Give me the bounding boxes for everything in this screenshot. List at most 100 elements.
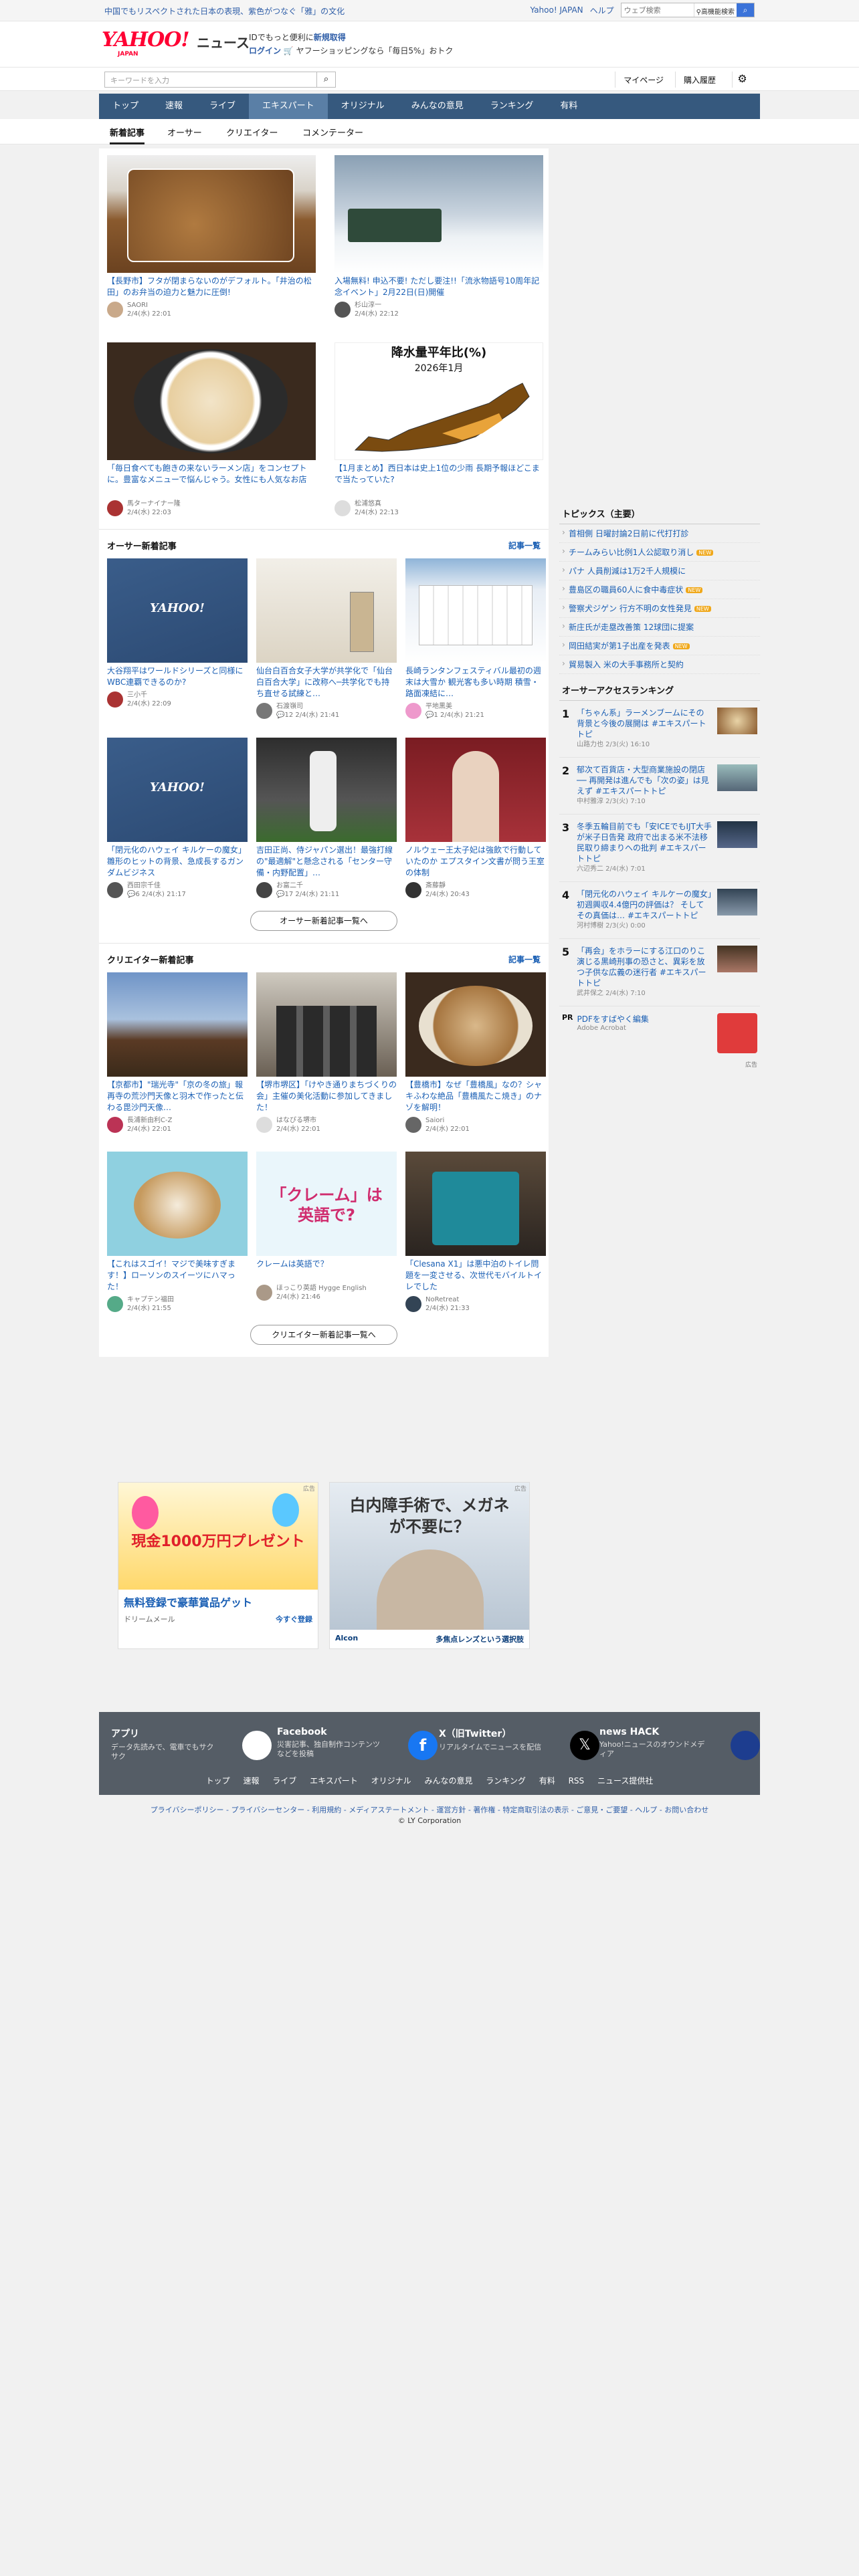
topic-item[interactable]: チームみらい比例1人公認取り消しNEW (559, 543, 760, 562)
nav-live[interactable]: ライブ (196, 94, 249, 119)
article-card[interactable]: 長崎ランタンフェスティバル最初の週末は大雪か 観光客も多い時期 積雪・路面凍結に… (405, 558, 546, 720)
help-link[interactable]: ヘルプ (590, 5, 614, 16)
author-name[interactable]: 西田宗千佳 (127, 881, 186, 890)
article-card[interactable]: 【堺市堺区】「けやき通りまちづくりの会」主催の美化活動に参加してきました！ はな… (256, 972, 397, 1134)
topic-item[interactable]: 豊島区の職員60人に食中毒症状NEW (559, 580, 760, 599)
yahoo-japan-link[interactable]: Yahoo! JAPAN (531, 5, 583, 15)
article-card[interactable]: YAHOO! 「閉元化のハウェイ キルケーの魔女」雛形のヒットの背景、急成長する… (107, 738, 248, 899)
article-title[interactable]: 長崎ランタンフェスティバル最初の週末は大雪か 観光客も多い時期 積雪・路面凍結に… (405, 665, 546, 700)
web-search-input[interactable] (621, 3, 694, 17)
article-title[interactable]: 「Clesana X1」は悪中泊のトイレ問題を一変させる、次世代モバイルトイレで… (405, 1259, 546, 1293)
author-more-button[interactable]: オーサー新着記事一覧へ (250, 911, 397, 931)
ranking-item[interactable]: 2 郁次て百貨店・大型商業施設の閉店 ── 再開発は進んでも「次の姿」は見えず … (559, 758, 760, 815)
author-name[interactable]: 馬ターナイナー隆 (127, 500, 181, 508)
author-name[interactable]: 松浦悠真 (355, 500, 399, 508)
article-card[interactable]: 入場無料! 申込不要! ただし要注!!「流氷物語号10周年記念イベント」2月22… (335, 155, 543, 318)
article-title[interactable]: 「毎日食べても飽きの来ないラーメン店」をコンセプトに。豊富なメニューで悩んじゃう… (107, 463, 316, 497)
author-name[interactable]: 長浦新由利C-Z (127, 1116, 172, 1125)
footer-app[interactable]: アプリ データ先読みで、電車でもサクサク (111, 1727, 272, 1761)
nav-paid[interactable]: 有料 (547, 94, 591, 119)
ranking-item[interactable]: 5 「再会」をホラーにする江口のりこ演じる黒崎刑事の恐さと、異彩を放つ子供な広義… (559, 939, 760, 1006)
article-card[interactable]: 【これはスゴイ！マジで美味すぎます！】ローソンのスイーツにハマった！ キャプテン… (107, 1152, 248, 1313)
shopping-promo[interactable]: ヤフーショッピングなら「毎日5%」おトク (296, 46, 454, 56)
nav-original[interactable]: オリジナル (328, 94, 398, 119)
gear-icon[interactable]: ⚙ (732, 72, 752, 88)
keyword-search-button[interactable]: ⌕ (317, 72, 336, 88)
footer-link[interactable]: ライブ (272, 1776, 296, 1786)
topic-item[interactable]: 貿易製入 米の大手事務所と契約 (559, 655, 760, 674)
author-name[interactable]: 斎藤靜 (425, 881, 470, 890)
pr-block[interactable]: PR PDFをすばやく編集 Adobe Acrobat (559, 1006, 760, 1060)
ad-alcon[interactable]: 白内障手術で、メガネが不要に？ Alcon 多焦点レンズという選択肢 広告 (329, 1482, 530, 1649)
nav-breaking[interactable]: 速報 (152, 94, 196, 119)
article-title[interactable]: 【1月まとめ】西日本は史上1位の少雨 長期予報ほどこまで当たっていた? (335, 463, 543, 497)
footer-link[interactable]: 有料 (539, 1776, 555, 1786)
author-name[interactable]: お富二千 (276, 881, 339, 890)
author-name[interactable]: 杉山淳一 (355, 301, 399, 310)
ad-dream-mail[interactable]: 現金1000万円プレゼント 無料登録で豪華賞品ゲット ドリームメール 今すぐ登録 … (118, 1482, 318, 1649)
article-title[interactable]: 【これはスゴイ！マジで美味すぎます！】ローソンのスイーツにハマった！ (107, 1259, 248, 1293)
promo-link[interactable]: 中国でもリスペクトされた日本の表現、紫色がつなぐ「雅」の文化 (104, 5, 345, 17)
creator-more-button[interactable]: クリエイター新着記事一覧へ (250, 1325, 397, 1345)
purchase-history-link[interactable]: 購入履歴 (674, 72, 724, 88)
web-search-button[interactable]: ⌕ (737, 3, 754, 17)
footer-link[interactable]: エキスパート (310, 1776, 358, 1786)
article-card[interactable]: 【京都市】"瑞光寺"「京の冬の旅」報再寺の荒沙門天像と羽木で作ったと伝わる毘沙門… (107, 972, 248, 1134)
tab-author[interactable]: オーサー (167, 126, 202, 138)
nav-top[interactable]: トップ (99, 94, 152, 119)
footer-facebook[interactable]: Facebook 災害記事、独自制作コンテンツなどを投稿 f (277, 1727, 438, 1760)
author-name[interactable]: NoRetreat (425, 1295, 470, 1304)
footer-newshack[interactable]: news HACK Yahoo!ニュースのオウンドメディア (599, 1727, 760, 1760)
ad-cta[interactable]: 多焦点レンズという選択肢 (436, 1634, 524, 1644)
article-card[interactable]: 「Clesana X1」は悪中泊のトイレ問題を一変させる、次世代モバイルトイレで… (405, 1152, 546, 1313)
topic-item[interactable]: 岡田結実が第1子出産を発表NEW (559, 637, 760, 655)
article-card[interactable]: 降水量平年比(%) 2026年1月 【1月まとめ】西日本は史上1位の少雨 長期予… (335, 342, 543, 517)
nav-expert[interactable]: エキスパート (249, 94, 328, 119)
footer-link[interactable]: オリジナル (371, 1776, 411, 1786)
ranking-item[interactable]: 4 「閉元化のハウェイ キルケーの魔女」初週興収4.4億円の評価は？ そしてその… (559, 882, 760, 939)
author-name[interactable]: 平地黒美 (425, 702, 484, 711)
article-title[interactable]: クレームは英語で？ (256, 1259, 397, 1281)
login-link[interactable]: ログイン (249, 46, 281, 56)
footer-link[interactable]: ランキング (486, 1776, 526, 1786)
author-name[interactable]: Saiori (425, 1116, 470, 1125)
article-title[interactable]: 【豊橋市】なぜ「豊橋風」なの？シャキふわな絶品「豊橋風たこ焼き」のナゾを解明！ (405, 1079, 546, 1113)
article-title[interactable]: 「閉元化のハウェイ キルケーの魔女」雛形のヒットの背景、急成長するガンダムビジネ… (107, 845, 248, 879)
mypage-link[interactable]: マイページ (615, 72, 672, 88)
topic-item[interactable]: パナ 人員削減は1万2千人規模に (559, 562, 760, 580)
nav-opinion[interactable]: みんなの意見 (398, 94, 477, 119)
keyword-input[interactable]: キーワードを入力 (104, 72, 317, 88)
tab-commentator[interactable]: コメンテーター (302, 126, 363, 138)
article-title[interactable]: 【京都市】"瑞光寺"「京の冬の旅」報再寺の荒沙門天像と羽木で作ったと伝わる毘沙門… (107, 1079, 248, 1113)
advanced-search-link[interactable]: ⚲高機能検索 (693, 3, 737, 17)
author-name[interactable]: キャプテン福田 (127, 1295, 174, 1304)
article-card[interactable]: 仙台白百合女子大学が共学化で「仙台白百合大学」に改称へ─共学化でも持ち直せる試練… (256, 558, 397, 720)
article-title[interactable]: 入場無料! 申込不要! ただし要注!!「流氷物語号10周年記念イベント」2月22… (335, 276, 543, 298)
article-title[interactable]: 吉田正尚、侍ジャパン選出！最強打線の"最適解"と懸念される「センター守備・内野配… (256, 845, 397, 879)
tab-creator[interactable]: クリエイター (226, 126, 278, 138)
author-more-link[interactable]: 記事一覧 (508, 540, 541, 551)
author-name[interactable]: SAORI (127, 301, 171, 310)
topic-item[interactable]: 新庄氏が走塁改善策 12球団に提案 (559, 618, 760, 637)
ad-cta[interactable]: 今すぐ登録 (276, 1614, 312, 1624)
author-name[interactable]: ほっこり英語 Hygge English (276, 1284, 367, 1293)
topic-item[interactable]: 警察犬ジゲン 行方不明の女性発見NEW (559, 599, 760, 618)
footer-link[interactable]: RSS (569, 1776, 585, 1786)
article-title[interactable]: 仙台白百合女子大学が共学化で「仙台白百合大学」に改称へ─共学化でも持ち直せる試練… (256, 665, 397, 700)
footer-link[interactable]: みんなの意見 (424, 1776, 472, 1786)
article-card[interactable]: 【豊橋市】なぜ「豊橋風」なの？シャキふわな絶品「豊橋風たこ焼き」のナゾを解明！ … (405, 972, 546, 1134)
author-name[interactable]: 三小千 (127, 691, 171, 700)
article-card[interactable]: YAHOO! 大谷翔平はワールドシリーズと同様にWBC連覇できるのか? 三小千 2… (107, 558, 248, 720)
footer-link[interactable]: 速報 (243, 1776, 259, 1786)
signup-link[interactable]: 新規取得 (314, 33, 346, 42)
footer-x[interactable]: X（旧Twitter） リアルタイムでニュースを配信 𝕏 (439, 1727, 599, 1760)
author-name[interactable]: 石渡嶺司 (276, 702, 339, 711)
article-title[interactable]: 【長野市】フタが閉まらないのがデフォルト。「井治の松田」のお弁当の迫力と魅力に圧… (107, 276, 316, 298)
article-title[interactable]: ノルウェー王太子妃は強飲で行動していたのか エプスタイン文書が問う王室の体制 (405, 845, 546, 879)
article-card[interactable]: 「クレーム」は英語で? クレームは英語で？ ほっこり英語 Hygge Engli… (256, 1152, 397, 1313)
yahoo-news-logo[interactable]: YAHOO! JAPAN ニュース (102, 28, 250, 59)
author-name[interactable]: はなぴる堺市 (276, 1116, 320, 1125)
tab-new-articles[interactable]: 新着記事 (110, 126, 145, 144)
article-card[interactable]: 「毎日食べても飽きの来ないラーメン店」をコンセプトに。豊富なメニューで悩んじゃう… (107, 342, 316, 517)
legal-links[interactable]: プライバシーポリシー - プライバシーセンター - 利用規約 - メディアステー… (99, 1804, 760, 1815)
